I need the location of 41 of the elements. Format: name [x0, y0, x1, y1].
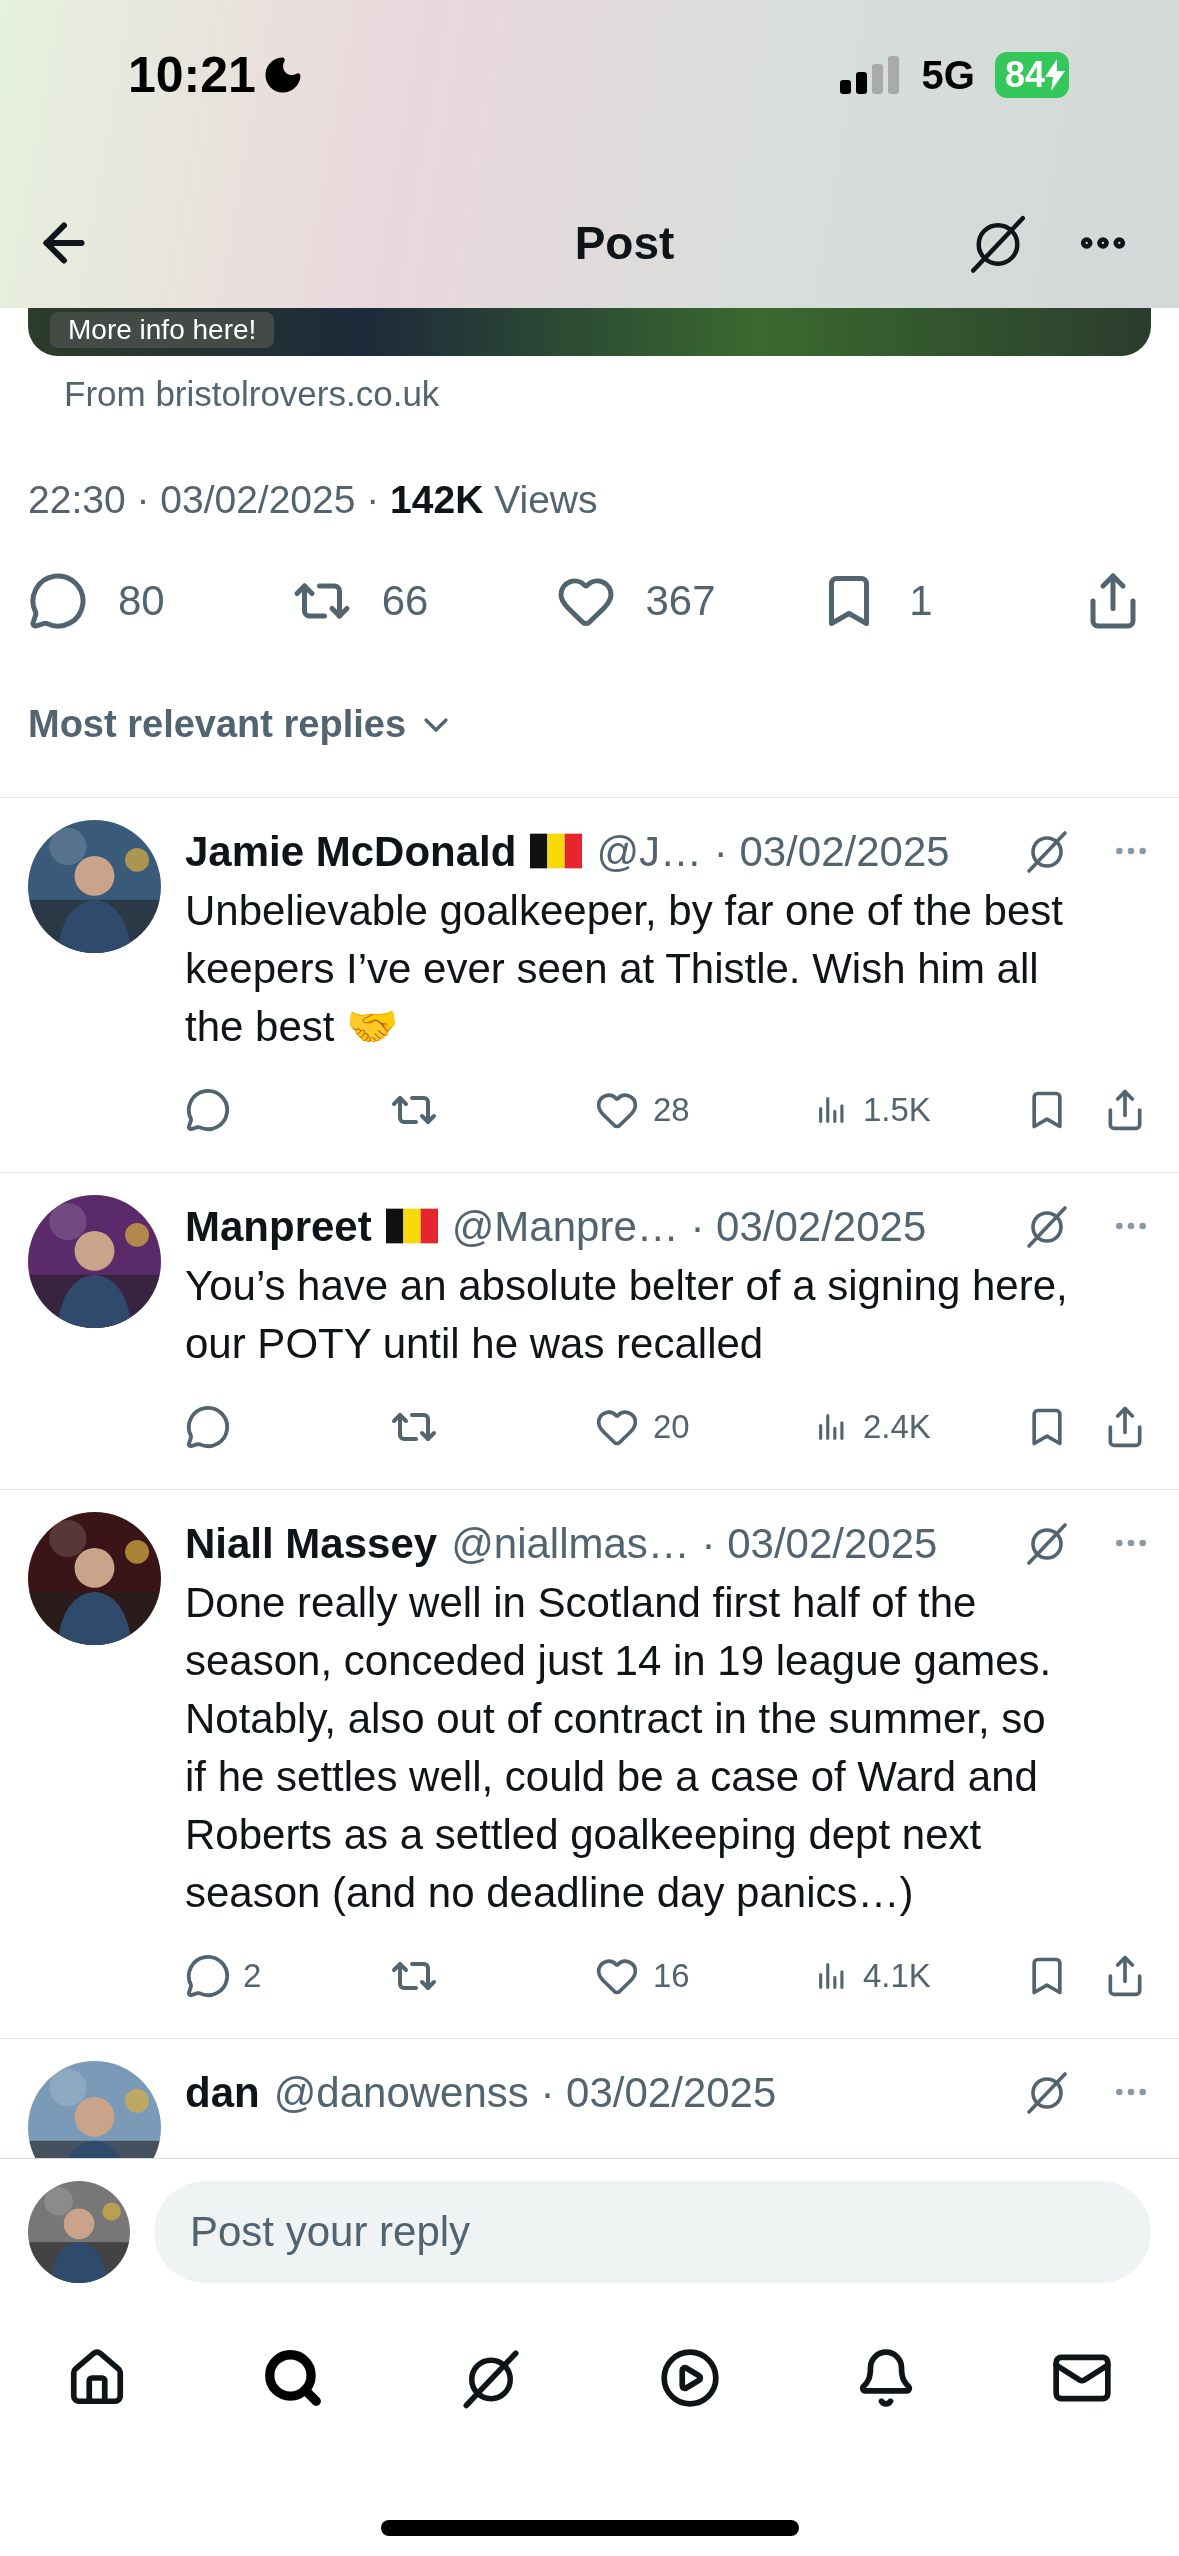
action-count: 66 [381, 576, 429, 626]
reply-count: 2 [243, 1956, 262, 1997]
user-name[interactable]: Niall Massey [185, 1511, 438, 1575]
speech-bubble-icon[interactable] [185, 1953, 231, 1999]
network-label: 5G [921, 52, 975, 99]
handle-and-date: @danowenss · 03/02/2025 [273, 2067, 777, 2118]
like-count: 16 [653, 1956, 690, 1997]
action-count: 1 [909, 576, 933, 626]
user-name[interactable]: Manpreet [185, 1194, 372, 1258]
handle-and-date: @niallmas… · 03/02/2025 [451, 1518, 938, 1569]
flag-icon [385, 1208, 438, 1244]
play-icon[interactable] [658, 2347, 721, 2409]
reply-text: Done really well in Scotland first half of the season, conceded just 14 in 19 league games. Notably, also out of contract in the summer, so if he settles well, could be a case of Ward and Roberts as a settled goalkeeping dept next season (and no deadline day panics…) [185, 1578, 1053, 1918]
reply-text: Unbelievable goalkeeper, by far one of the best keepers I’ve ever seen at Thistle. Wish him all the best 🤝 [185, 886, 1064, 1052]
speech-bubble-icon[interactable] [185, 1404, 231, 1450]
view-count: 4.1K [863, 1956, 931, 1997]
view-count: 1.5K [863, 1090, 931, 1131]
action-count: 367 [645, 576, 716, 626]
charging-bolt-icon [1045, 59, 1065, 91]
like-count: 20 [653, 1407, 690, 1448]
flag-icon [530, 833, 583, 869]
reply-input-field[interactable]: Post your reply [154, 2181, 1151, 2283]
view-count: 2.4K [863, 1407, 931, 1448]
handle-and-date: @J… · 03/02/2025 [596, 826, 950, 877]
post-meta: 22:30 · 03/02/2025 · 142K Views [28, 476, 599, 523]
speech-bubble-icon[interactable] [185, 1087, 231, 1133]
link-card[interactable]: More info here! [28, 308, 1151, 356]
page-title: Post [574, 215, 675, 271]
handle-and-date: @Manpre… · 03/02/2025 [451, 1201, 927, 1252]
action-count: 80 [118, 576, 165, 626]
link-source[interactable]: From bristolrovers.co.uk [64, 368, 440, 421]
card-caption: More info here! [50, 312, 275, 348]
user-name[interactable]: Jamie McDonald [185, 819, 517, 883]
battery-level: 84 [994, 52, 1069, 98]
clock-time: 10:21 [128, 45, 256, 105]
sort-replies-dropdown[interactable]: Most relevant replies [28, 696, 457, 753]
signal-icon [839, 56, 902, 94]
like-count: 28 [653, 1090, 690, 1131]
speech-bubble-icon[interactable] [28, 570, 88, 631]
reply-text: You’s have an absolute belter of a signing here, our POTY until he was recalled [185, 1261, 1069, 1369]
user-name[interactable]: dan [185, 2060, 260, 2124]
